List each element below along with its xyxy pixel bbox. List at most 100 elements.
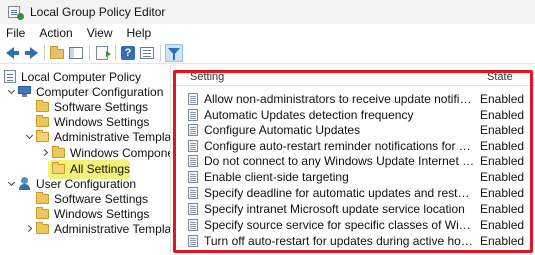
tree-node-label: Administrative Templates — [54, 221, 170, 236]
chevron-right-icon[interactable] — [24, 224, 34, 234]
menu-bar: File Action View Help — [0, 24, 535, 42]
row-setting: Specify source service for specific clas… — [204, 218, 476, 232]
row-state: Enabled — [480, 123, 525, 137]
user-icon — [18, 177, 31, 190]
folder-icon — [36, 191, 49, 204]
table-row[interactable]: Specify intranet Microsoft update servic… — [171, 201, 535, 217]
tree-node-uc-software-settings[interactable]: Software Settings — [36, 191, 148, 206]
tree-node-label: All Settings — [70, 161, 131, 176]
window-title: Local Group Policy Editor — [30, 5, 166, 19]
policy-setting-icon — [188, 219, 198, 231]
folder-icon — [36, 206, 49, 219]
table-row[interactable]: Configure Automatic Updates Enabled — [171, 122, 535, 138]
row-state: Enabled — [480, 218, 525, 232]
policy-setting-icon — [188, 171, 198, 183]
policy-setting-icon — [188, 109, 198, 121]
back-arrow-icon[interactable] — [4, 45, 20, 61]
tree-node-uc-windows-settings[interactable]: Windows Settings — [36, 206, 149, 221]
tree-node-label: Windows Settings — [54, 206, 150, 221]
tree-node-user-configuration[interactable]: User Configuration — [6, 176, 136, 191]
table-row[interactable]: Automatic Updates detection frequency En… — [171, 107, 535, 123]
row-state: Enabled — [480, 234, 525, 248]
chevron-right-icon[interactable] — [40, 148, 50, 158]
policy-tree-pane: Local Computer Policy Computer Configura… — [0, 65, 170, 255]
row-state: Enabled — [480, 186, 525, 200]
tree-node-label: Computer Configuration — [36, 84, 164, 99]
toolbar-separator — [44, 44, 45, 61]
row-setting: Do not connect to any Windows Update Int… — [204, 154, 476, 168]
policy-setting-icon — [188, 124, 198, 136]
toolbar-separator — [115, 44, 116, 61]
policy-setting-icon — [188, 235, 198, 247]
settings-list-pane: Setting State Allow non-administrators t… — [171, 65, 535, 255]
tree-node-label: Local Computer Policy — [21, 69, 142, 84]
table-row[interactable]: Specify source service for specific clas… — [171, 217, 535, 233]
row-setting: Specify deadline for automatic updates a… — [204, 186, 476, 200]
row-setting: Specify intranet Microsoft update servic… — [204, 202, 465, 216]
show-hide-tree-icon[interactable] — [68, 45, 84, 61]
tree-node-windows-components[interactable]: Windows Component — [40, 145, 170, 160]
policy-setting-icon — [188, 203, 198, 215]
folder-icon — [36, 99, 49, 112]
table-row[interactable]: Enable client-side targeting Enabled — [171, 169, 535, 185]
chevron-down-icon[interactable] — [24, 131, 34, 142]
tree-node-cc-software-settings[interactable]: Software Settings — [36, 99, 148, 114]
toolbar-separator — [89, 44, 90, 61]
row-setting: Turn off auto-restart for updates during… — [204, 234, 476, 248]
chevron-down-icon[interactable] — [6, 178, 16, 189]
toolbar: ? — [0, 42, 535, 64]
tree-node-all-settings[interactable]: All Settings — [52, 161, 130, 176]
row-setting: Configure auto-restart reminder notifica… — [204, 139, 476, 153]
row-state: Enabled — [480, 92, 525, 106]
folder-icon — [52, 145, 65, 158]
row-setting: Configure Automatic Updates — [204, 123, 361, 137]
title-bar: Local Group Policy Editor — [0, 0, 535, 24]
menu-action[interactable]: Action — [32, 26, 79, 40]
row-state: Enabled — [480, 108, 525, 122]
tree-node-label: Windows Component — [70, 145, 170, 160]
folder-open-icon — [52, 161, 65, 174]
table-row[interactable]: Turn off auto-restart for updates during… — [171, 233, 535, 249]
policy-setting-icon — [188, 155, 198, 167]
row-state: Enabled — [480, 202, 525, 216]
row-state: Enabled — [480, 139, 525, 153]
column-header-state[interactable]: State — [487, 71, 513, 83]
table-row[interactable]: Specify deadline for automatic updates a… — [171, 185, 535, 201]
tree-node-label: Windows Settings — [54, 114, 150, 129]
export-list-icon[interactable] — [94, 45, 111, 61]
tree-node-cc-administrative-templates[interactable]: Administrative Templates — [24, 129, 170, 144]
policy-document-icon — [4, 70, 16, 83]
table-row[interactable]: Allow non-administrators to receive upda… — [171, 91, 535, 107]
row-setting: Allow non-administrators to receive upda… — [204, 92, 476, 106]
help-icon[interactable]: ? — [120, 45, 136, 61]
folder-icon — [36, 221, 49, 234]
filter-icon[interactable] — [165, 43, 183, 62]
policy-setting-icon — [188, 93, 198, 105]
row-setting: Automatic Updates detection frequency — [204, 108, 414, 122]
policy-setting-icon — [188, 140, 198, 152]
tree-node-label: Administrative Templates — [54, 129, 170, 144]
tree-node-label: Software Settings — [54, 191, 149, 206]
table-row[interactable]: Do not connect to any Windows Update Int… — [171, 153, 535, 169]
row-setting: Enable client-side targeting — [204, 170, 349, 184]
tree-node-cc-windows-settings[interactable]: Windows Settings — [36, 114, 149, 129]
tree-node-local-computer-policy[interactable]: Local Computer Policy — [4, 69, 141, 84]
row-state: Enabled — [480, 154, 525, 168]
menu-view[interactable]: View — [80, 26, 120, 40]
folder-icon — [36, 114, 49, 127]
menu-help[interactable]: Help — [120, 26, 159, 40]
tree-node-computer-configuration[interactable]: Computer Configuration — [6, 84, 163, 99]
table-row[interactable]: Configure auto-restart reminder notifica… — [171, 138, 535, 154]
tree-node-label: User Configuration — [36, 176, 137, 191]
properties-icon[interactable] — [139, 45, 155, 61]
column-header-setting[interactable]: Setting — [190, 71, 224, 83]
policy-setting-icon — [188, 187, 198, 199]
folder-open-icon — [36, 129, 49, 142]
chevron-down-icon[interactable] — [6, 86, 16, 97]
forward-arrow-icon[interactable] — [23, 45, 39, 61]
menu-file[interactable]: File — [0, 26, 32, 40]
list-header: Setting State — [171, 71, 535, 86]
up-folder-icon[interactable] — [49, 45, 65, 61]
tree-node-uc-administrative-templates[interactable]: Administrative Templates — [24, 221, 170, 236]
row-state: Enabled — [480, 170, 525, 184]
